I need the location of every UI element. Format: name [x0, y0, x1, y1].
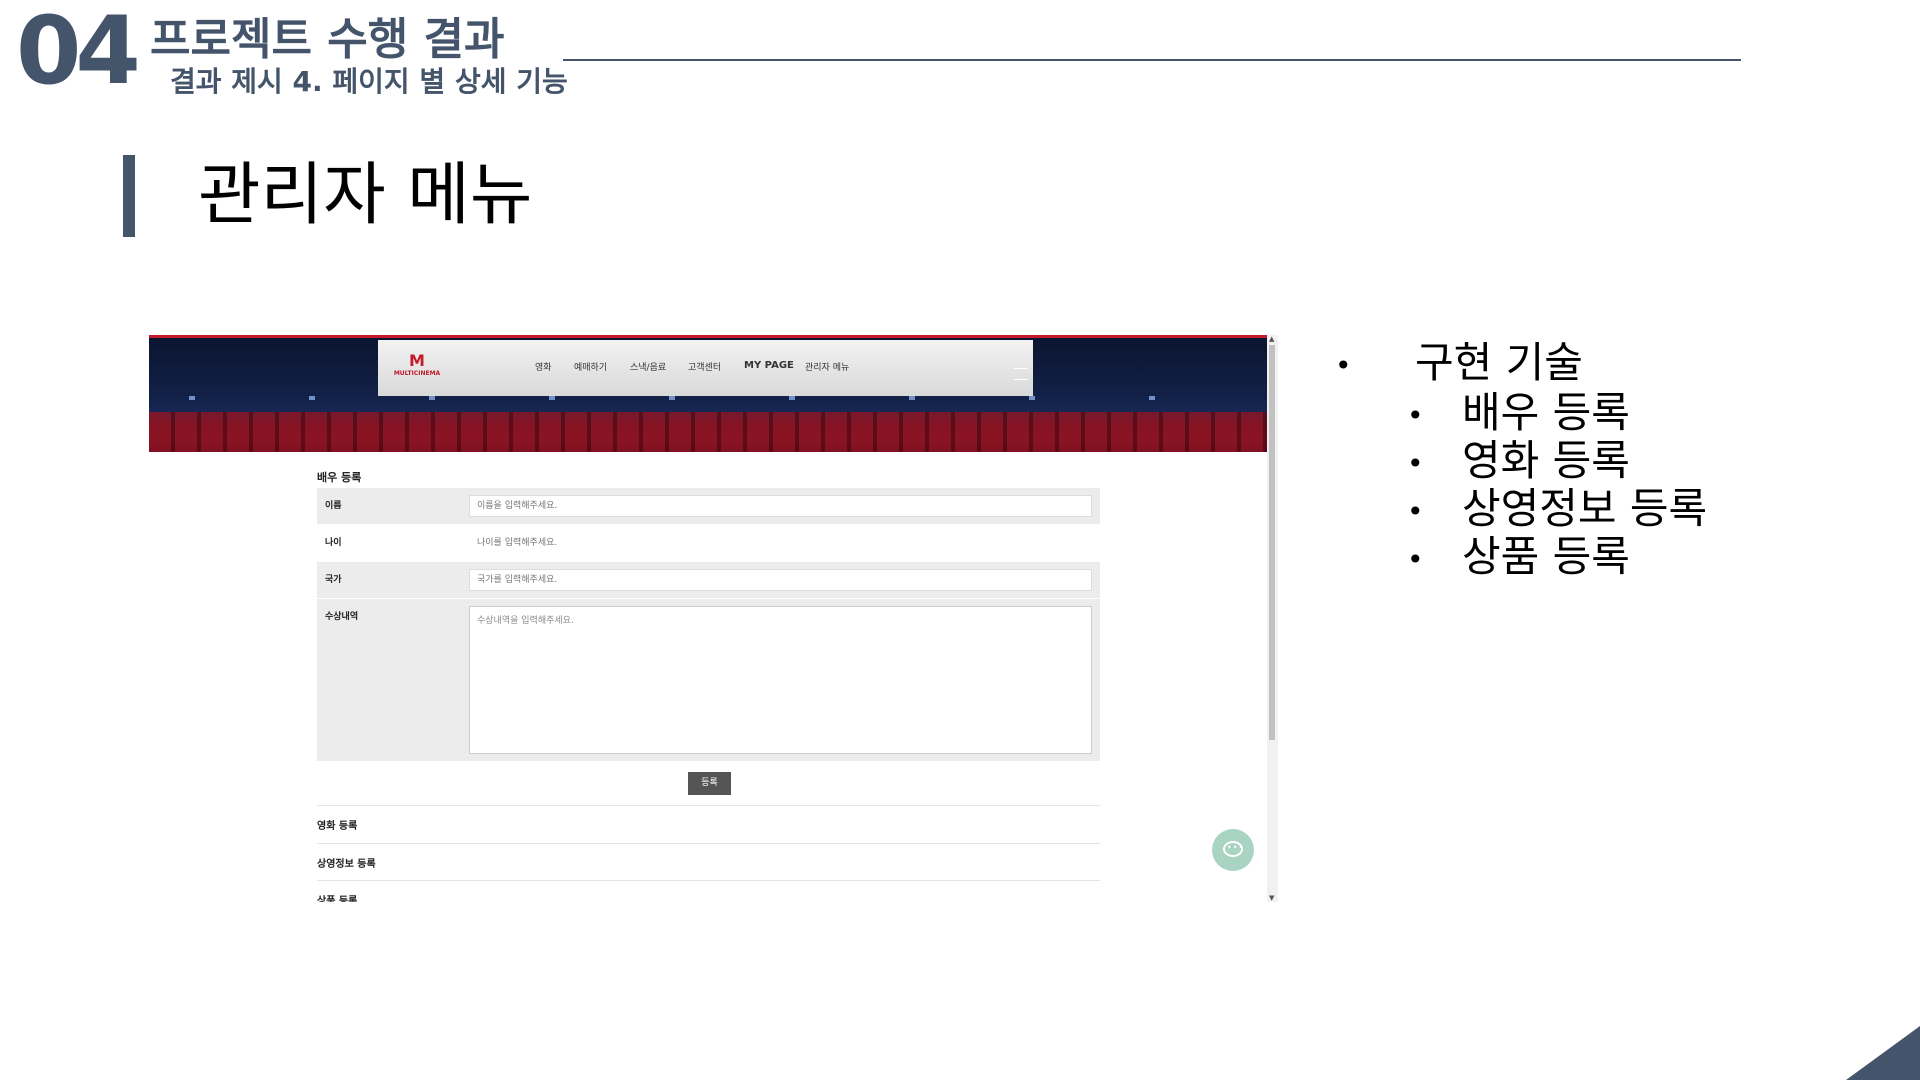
admin-page-screenshot: M MULTICINEMA 영화 예매하기 스낵/음료 고객센터 MY PAGE…: [149, 335, 1278, 902]
bullet-dot-icon: •: [1407, 398, 1424, 432]
showtime-register-section[interactable]: 상영정보 등록: [317, 855, 376, 870]
bullet-dot-icon: •: [1335, 348, 1352, 382]
hamburger-menu-icon[interactable]: [1014, 368, 1028, 380]
nav-snacks[interactable]: 스낵/음료: [630, 360, 666, 373]
hero-seats: [149, 412, 1267, 452]
slide-title: 관리자 메뉴: [198, 156, 533, 235]
chat-dots: •••: [1227, 843, 1245, 852]
bullet-item-text: 상품 등록: [1462, 532, 1630, 581]
section-divider: [317, 880, 1100, 881]
section-number: 04: [16, 0, 141, 106]
title-accent-bar: [123, 155, 135, 237]
theater-hero-banner: M MULTICINEMA 영화 예매하기 스낵/음료 고객센터 MY PAGE…: [149, 335, 1267, 452]
field-row-age: 나이: [317, 525, 1100, 561]
page-scrollbar[interactable]: ▲ ▼: [1267, 335, 1278, 902]
bullet-item: • 배우 등록: [1407, 388, 1630, 441]
chat-button[interactable]: •••: [1212, 829, 1254, 871]
nav-admin-menu[interactable]: 관리자 메뉴: [805, 360, 849, 373]
hero-lights: [149, 396, 1267, 400]
bullet-heading: • 구현 기술: [1335, 338, 1583, 391]
bullet-dot-icon: •: [1407, 446, 1424, 480]
logo-text: MULTICINEMA: [393, 370, 441, 377]
scroll-down-arrow-icon[interactable]: ▼: [1269, 894, 1274, 902]
section-divider: [317, 805, 1100, 806]
awards-textarea[interactable]: 수상내역을 입력해주세요.: [469, 606, 1092, 754]
bullet-item-text: 상영정보 등록: [1462, 484, 1708, 533]
bullet-item: • 영화 등록: [1407, 436, 1630, 489]
logo-mark-icon: M: [409, 351, 425, 370]
scroll-up-arrow-icon[interactable]: ▲: [1269, 335, 1274, 343]
movie-register-section[interactable]: 영화 등록: [317, 817, 357, 832]
nav-booking[interactable]: 예매하기: [574, 360, 607, 373]
country-input[interactable]: [469, 569, 1092, 591]
bullet-heading-text: 구현 기술: [1415, 338, 1583, 387]
name-input[interactable]: [469, 495, 1092, 517]
nav-customer-center[interactable]: 고객센터: [688, 360, 721, 373]
field-label-awards: 수상내역: [325, 612, 359, 622]
bullet-item: • 상품 등록: [1407, 532, 1630, 585]
age-input[interactable]: [469, 532, 1092, 554]
top-nav: M MULTICINEMA 영화 예매하기 스낵/음료 고객센터 MY PAGE…: [378, 340, 1033, 396]
bullet-dot-icon: •: [1407, 542, 1424, 576]
corner-decoration: [1846, 1026, 1920, 1080]
field-row-awards: 수상내역 수상내역을 입력해주세요.: [317, 599, 1100, 761]
field-row-country: 국가: [317, 562, 1100, 598]
actor-form-title: 배우 등록: [317, 471, 362, 484]
site-logo[interactable]: M MULTICINEMA: [392, 352, 442, 378]
register-button[interactable]: 등록: [688, 772, 731, 795]
bullet-item: • 상영정보 등록: [1407, 484, 1707, 537]
nav-my-page[interactable]: MY PAGE: [744, 360, 794, 371]
field-label-name: 이름: [325, 501, 342, 511]
header-divider: [563, 59, 1741, 61]
section-title: 프로젝트 수행 결과: [150, 14, 505, 65]
field-label-age: 나이: [325, 538, 342, 548]
bullet-dot-icon: •: [1407, 494, 1424, 528]
scroll-thumb[interactable]: [1269, 345, 1275, 740]
field-label-country: 국가: [325, 575, 342, 585]
product-register-section[interactable]: 상품 등록: [317, 892, 357, 902]
section-subtitle: 결과 제시 4. 페이지 별 상세 기능: [170, 65, 568, 98]
section-divider: [317, 843, 1100, 844]
bullet-item-text: 배우 등록: [1462, 388, 1630, 437]
field-row-name: 이름: [317, 488, 1100, 524]
bullet-item-text: 영화 등록: [1462, 436, 1630, 485]
nav-movies[interactable]: 영화: [535, 360, 552, 373]
